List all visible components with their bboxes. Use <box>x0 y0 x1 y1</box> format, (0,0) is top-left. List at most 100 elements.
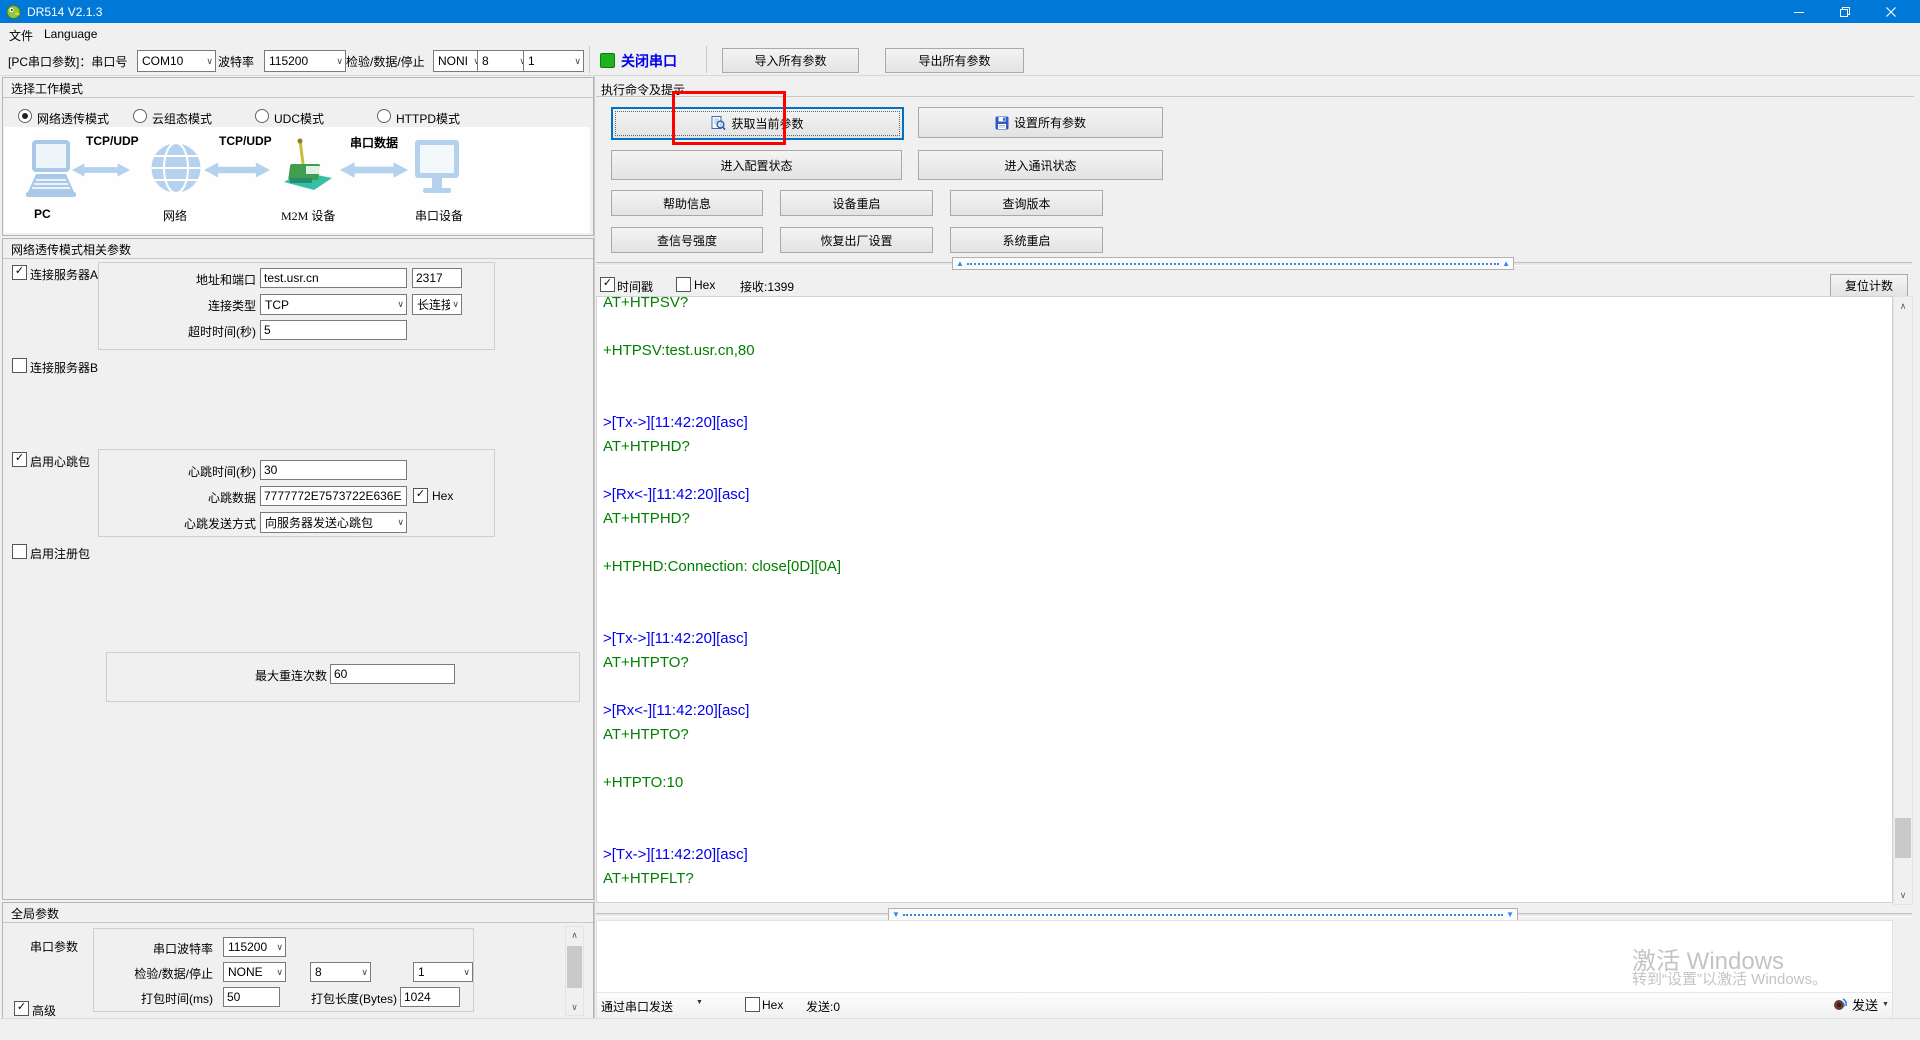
system-reboot-button[interactable]: 系统重启 <box>950 227 1103 253</box>
server-port-input[interactable]: 2317 <box>412 268 462 288</box>
heartbeat-mode-select[interactable]: 向服务器发送心跳包∨ <box>260 512 407 533</box>
close-serial-button[interactable]: 关闭串口 <box>621 51 677 71</box>
minimize-icon <box>1793 6 1805 18</box>
scroll-down-icon[interactable]: ∨ <box>566 1000 583 1014</box>
chevron-down-icon: ∨ <box>204 56 213 67</box>
device-reboot-button[interactable]: 设备重启 <box>780 190 933 216</box>
timeout-input[interactable]: 5 <box>260 320 407 340</box>
timestamp-checkbox[interactable]: ✓ <box>600 277 615 292</box>
gl-baud-select[interactable]: 115200∨ <box>223 937 286 957</box>
menu-file[interactable]: 文件 <box>9 27 33 44</box>
parity-select[interactable]: NONI∨ <box>433 50 483 72</box>
close-icon <box>1885 6 1897 18</box>
max-reconnect-input[interactable]: 60 <box>330 664 455 684</box>
scroll-up-icon[interactable]: ∧ <box>566 928 583 942</box>
send-via-serial-dropdown[interactable]: 通过串口发送 <box>601 998 673 1015</box>
scrollbar-thumb[interactable] <box>1895 818 1911 858</box>
baud-label: 波特率 <box>218 53 254 70</box>
line-settings-label: 检验/数据/停止 <box>346 53 425 70</box>
gl-parity-select[interactable]: NONE∨ <box>223 962 286 982</box>
close-button[interactable] <box>1868 0 1914 23</box>
pack-len-input[interactable]: 1024 <box>400 987 460 1007</box>
import-all-button[interactable]: 导入所有参数 <box>722 48 859 73</box>
set-params-button[interactable]: 设置所有参数 <box>918 107 1163 138</box>
query-version-button[interactable]: 查询版本 <box>950 190 1103 216</box>
chevron-down-icon: ∨ <box>450 299 459 310</box>
chevron-down-icon: ∨ <box>274 942 283 953</box>
pack-time-input[interactable]: 50 <box>223 987 280 1007</box>
register-label[interactable]: 启用注册包 <box>30 545 90 562</box>
scroll-down-icon[interactable]: ∨ <box>1894 888 1912 902</box>
dropdown-arrow-icon[interactable]: ▼ <box>696 999 703 1006</box>
arrow-m2m-serial-icon <box>340 160 408 183</box>
check-icon: ✓ <box>13 266 26 277</box>
radio-udc[interactable] <box>255 109 269 123</box>
advanced-checkbox[interactable]: ✓ <box>14 1001 29 1016</box>
window-title: DR514 V2.1.3 <box>27 5 102 19</box>
server-b-label[interactable]: 连接服务器B <box>30 359 98 376</box>
global-params-header: 全局参数 <box>3 903 593 923</box>
track-up-icon[interactable]: ▲ <box>956 260 964 268</box>
send-button[interactable]: 发送 ▼ <box>1832 993 1906 1015</box>
top-scroll-track[interactable]: ▲ ▲ <box>952 257 1514 270</box>
heartbeat-time-label: 心跳时间(秒) <box>106 463 256 480</box>
radio-cloud-label[interactable]: 云组态模式 <box>152 110 212 127</box>
log-vertical-scrollbar[interactable]: ∧ ∨ <box>1893 296 1913 905</box>
export-all-button[interactable]: 导出所有参数 <box>885 48 1024 73</box>
enter-config-button[interactable]: 进入配置状态 <box>611 150 902 180</box>
server-b-checkbox[interactable]: ✓ <box>12 358 27 373</box>
databits-select[interactable]: 8∨ <box>477 50 529 72</box>
radio-net-passthrough-label[interactable]: 网络透传模式 <box>37 110 109 127</box>
server-a-label[interactable]: 连接服务器A <box>30 266 98 283</box>
advanced-label[interactable]: 高级 <box>32 1002 56 1019</box>
heartbeat-hex-label[interactable]: Hex <box>432 489 453 503</box>
reset-count-button[interactable]: 复位计数 <box>1830 274 1908 297</box>
check-icon: ✓ <box>601 278 614 289</box>
stopbits-select[interactable]: 1∨ <box>523 50 584 72</box>
heartbeat-label[interactable]: 启用心跳包 <box>30 453 90 470</box>
timestamp-label[interactable]: 时间戳 <box>617 278 653 295</box>
minimize-button[interactable] <box>1776 0 1822 23</box>
gl-databits-select[interactable]: 8∨ <box>310 962 371 982</box>
register-checkbox[interactable]: ✓ <box>12 544 27 559</box>
heartbeat-hex-checkbox[interactable]: ✓ <box>413 488 428 503</box>
left-vertical-scrollbar[interactable]: ∧ ∨ <box>565 926 584 1016</box>
server-a-checkbox[interactable]: ✓ <box>12 265 27 280</box>
track-down-icon[interactable]: ▼ <box>892 911 900 919</box>
chevron-down-icon: ∨ <box>572 56 581 67</box>
conn-type-select[interactable]: TCP∨ <box>260 294 407 315</box>
baud-select[interactable]: 115200∨ <box>264 50 346 72</box>
get-params-button[interactable]: 获取当前参数 <box>611 107 904 140</box>
heartbeat-time-input[interactable]: 30 <box>260 460 407 480</box>
enter-comm-button[interactable]: 进入通讯状态 <box>918 150 1163 180</box>
gl-stopbits-select[interactable]: 1∨ <box>413 962 473 982</box>
scroll-up-icon[interactable]: ∧ <box>1894 299 1912 313</box>
receive-log[interactable]: AT+HTPSV?+HTPSV:test.usr.cn,80>[Tx->][11… <box>596 296 1893 903</box>
receive-hex-checkbox[interactable]: ✓ <box>676 277 691 292</box>
radio-httpd[interactable] <box>377 109 391 123</box>
heartbeat-data-input[interactable]: 7777772E7573722E636E <box>260 486 407 506</box>
app-icon <box>6 4 21 19</box>
receive-hex-label[interactable]: Hex <box>694 278 715 292</box>
server-addr-input[interactable]: test.usr.cn <box>260 268 407 288</box>
radio-httpd-label[interactable]: HTTPD模式 <box>396 110 460 127</box>
factory-reset-button[interactable]: 恢复出厂设置 <box>780 227 933 253</box>
conn-keep-select[interactable]: 长连接∨ <box>412 294 462 315</box>
chevron-down-icon: ∨ <box>395 299 404 310</box>
heartbeat-checkbox[interactable]: ✓ <box>12 452 27 467</box>
restore-button[interactable] <box>1822 0 1868 23</box>
query-signal-button[interactable]: 查信号强度 <box>611 227 763 253</box>
send-hex-label[interactable]: Hex <box>762 998 783 1012</box>
send-hex-checkbox[interactable]: ✓ <box>745 997 760 1012</box>
chevron-down-icon: ∨ <box>334 56 343 67</box>
menu-language[interactable]: Language <box>44 27 97 41</box>
track-up-icon[interactable]: ▲ <box>1502 260 1510 268</box>
track-down-icon[interactable]: ▼ <box>1506 911 1514 919</box>
com-port-select[interactable]: COM10∨ <box>137 50 216 72</box>
help-button[interactable]: 帮助信息 <box>611 190 763 216</box>
radio-net-passthrough[interactable] <box>18 109 32 123</box>
scrollbar-thumb[interactable] <box>567 946 582 988</box>
log-line: +HTPTO:10 <box>603 771 1892 795</box>
radio-cloud[interactable] <box>133 109 147 123</box>
radio-udc-label[interactable]: UDC模式 <box>274 110 324 127</box>
